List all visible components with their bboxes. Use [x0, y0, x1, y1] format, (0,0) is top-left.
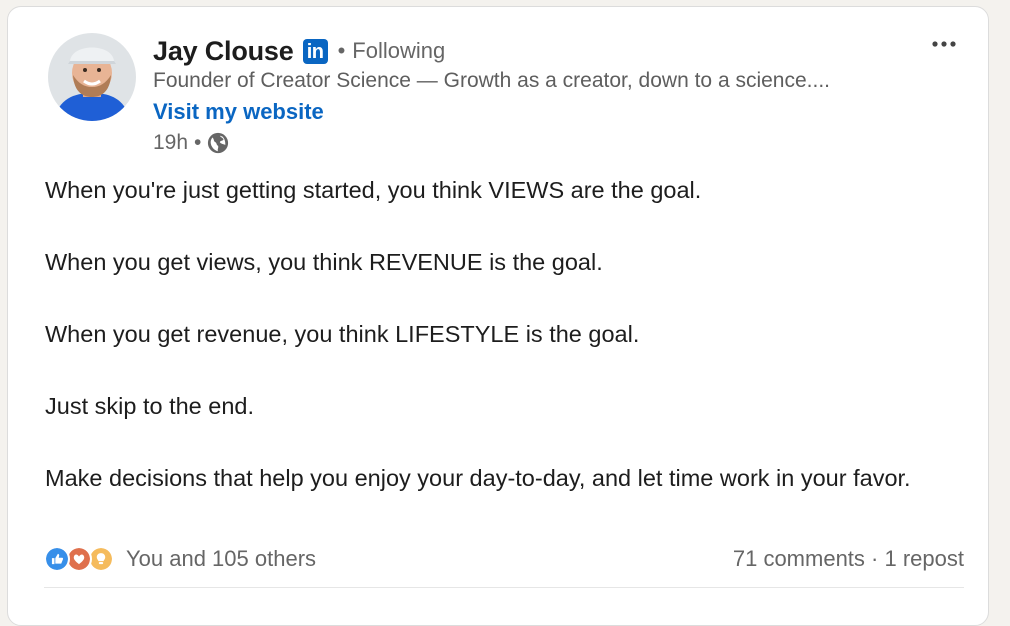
bullet-separator: • [337, 38, 346, 63]
post-paragraph: When you get revenue, you think LIFESTYL… [45, 321, 640, 347]
follow-status[interactable]: Following [352, 38, 445, 64]
globe-icon [208, 132, 229, 154]
author-avatar[interactable] [48, 33, 136, 121]
reactions-summary[interactable]: You and 105 others [44, 545, 316, 573]
author-headline: Founder of Creator Science — Growth as a… [153, 69, 830, 92]
linkedin-icon: in [302, 38, 328, 64]
author-name[interactable]: Jay Clouse [153, 36, 294, 67]
reactions-count: You and 105 others [126, 546, 317, 571]
post-body: When you're just getting started, you th… [45, 172, 965, 496]
post-meta: 19h • [153, 129, 229, 157]
post-paragraph: Just skip to the end. [45, 393, 255, 419]
author-name-row: Jay Clouse in • Following [153, 33, 445, 69]
social-counts: You and 105 others 71 comments · 1 repos… [44, 543, 964, 575]
reaction-icons [44, 545, 118, 573]
comments-count-link[interactable]: 71 comments [733, 546, 865, 571]
like-icon [44, 546, 70, 572]
comments-reposts: 71 comments · 1 repost [733, 546, 964, 572]
post-time[interactable]: 19h [153, 131, 188, 155]
linkedin-badge-label: in [306, 40, 324, 63]
more-options-icon[interactable] [926, 29, 962, 59]
divider [44, 587, 964, 588]
post-paragraph: Make decisions that help you enjoy your … [45, 465, 911, 491]
meta-separator: • [194, 131, 202, 154]
middot-separator: · [871, 546, 879, 571]
post-card: Jay Clouse in • Following Founder of Cre… [7, 6, 989, 626]
visit-website-link[interactable]: Visit my website [153, 99, 324, 125]
post-paragraph: When you're just getting started, you th… [45, 177, 702, 203]
reposts-count-link[interactable]: 1 repost [885, 546, 965, 571]
post-paragraph: When you get views, you think REVENUE is… [45, 249, 603, 275]
